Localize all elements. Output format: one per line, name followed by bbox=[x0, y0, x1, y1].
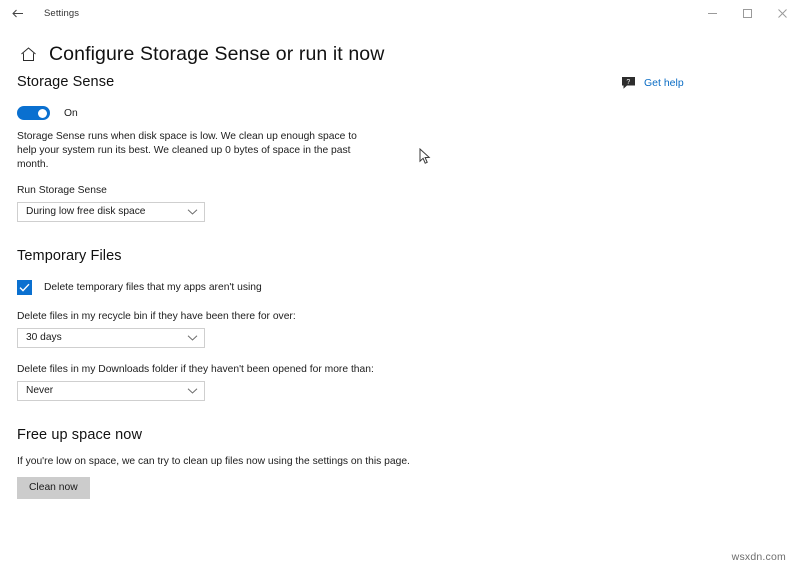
svg-text:?: ? bbox=[626, 79, 630, 86]
get-help-link[interactable]: ? Get help bbox=[620, 75, 684, 91]
temporary-files-heading: Temporary Files bbox=[17, 247, 122, 264]
home-icon[interactable] bbox=[17, 43, 39, 65]
help-bubble-icon: ? bbox=[620, 75, 637, 91]
storage-sense-heading: Storage Sense bbox=[17, 74, 115, 90]
storage-sense-toggle-row[interactable]: On bbox=[17, 106, 357, 120]
run-storage-sense-dropdown[interactable]: During low free disk space bbox=[17, 201, 205, 222]
clean-now-button[interactable]: Clean now bbox=[17, 476, 90, 500]
chevron-down-icon bbox=[187, 387, 198, 395]
recycle-bin-label: Delete files in my recycle bin if they h… bbox=[17, 310, 296, 322]
run-storage-sense-label: Run Storage Sense bbox=[17, 184, 107, 196]
free-up-space-description: If you're low on space, we can try to cl… bbox=[17, 455, 410, 467]
run-storage-sense-value: During low free disk space bbox=[26, 206, 146, 218]
mouse-cursor bbox=[419, 147, 433, 166]
downloads-folder-dropdown[interactable]: Never bbox=[17, 380, 205, 401]
title-bar-divider bbox=[0, 25, 800, 26]
delete-temp-files-checkbox[interactable] bbox=[17, 279, 32, 295]
settings-content: Storage Sense On Storage Sense runs when… bbox=[17, 74, 410, 500]
downloads-folder-value: Never bbox=[26, 385, 54, 397]
delete-temp-files-label: Delete temporary files that my apps aren… bbox=[44, 281, 262, 293]
app-title: Settings bbox=[44, 7, 80, 19]
page-header: Configure Storage Sense or run it now bbox=[0, 26, 800, 72]
chevron-down-icon bbox=[187, 334, 198, 342]
free-up-space-heading: Free up space now bbox=[17, 426, 143, 443]
chevron-down-icon bbox=[187, 208, 198, 216]
title-bar: Settings bbox=[0, 0, 800, 26]
storage-sense-toggle-state: On bbox=[64, 107, 78, 119]
back-button[interactable] bbox=[0, 0, 34, 26]
delete-temp-files-row[interactable]: Delete temporary files that my apps aren… bbox=[17, 279, 357, 295]
downloads-folder-label: Delete files in my Downloads folder if t… bbox=[17, 363, 374, 375]
page-title: Configure Storage Sense or run it now bbox=[49, 42, 385, 65]
storage-sense-toggle[interactable] bbox=[17, 106, 50, 120]
maximize-button[interactable] bbox=[730, 0, 765, 26]
toggle-knob bbox=[38, 108, 47, 118]
window-controls bbox=[695, 0, 800, 26]
recycle-bin-dropdown[interactable]: 30 days bbox=[17, 327, 205, 348]
recycle-bin-value: 30 days bbox=[26, 332, 62, 344]
watermark: wsxdn.com bbox=[731, 551, 786, 563]
close-button[interactable] bbox=[765, 0, 800, 26]
minimize-button[interactable] bbox=[695, 0, 730, 26]
storage-sense-description: Storage Sense runs when disk space is lo… bbox=[17, 131, 357, 171]
get-help-label: Get help bbox=[644, 77, 684, 89]
